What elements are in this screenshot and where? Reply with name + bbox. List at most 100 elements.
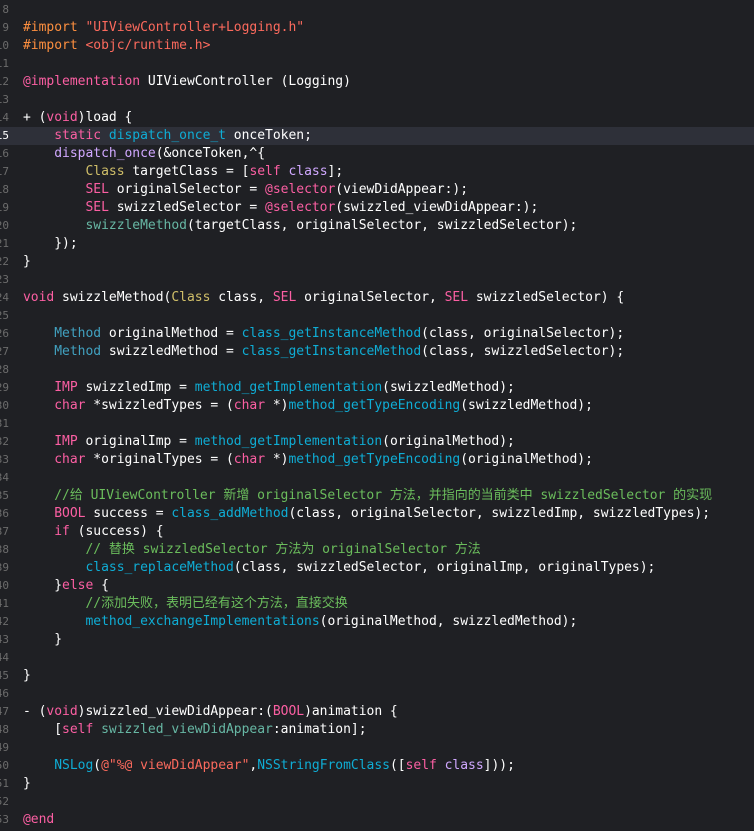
- code-line[interactable]: 38 // 替换 swizzledSelector 方法为 originalSe…: [0, 541, 754, 559]
- code-line[interactable]: 37 if (success) {: [0, 523, 754, 541]
- code-token: Class: [171, 290, 211, 305]
- code-line[interactable]: 15 static dispatch_once_t onceToken;: [0, 127, 754, 145]
- code-line[interactable]: 46: [0, 685, 754, 703]
- code-token: (class, originalSelector);: [421, 326, 625, 341]
- line-number: 52: [0, 795, 9, 808]
- code-line[interactable]: 32 IMP originalImp = method_getImplement…: [0, 433, 754, 451]
- code-line[interactable]: 48 [self swizzled_viewDidAppear:animatio…: [0, 721, 754, 739]
- line-number: 22: [0, 255, 9, 268]
- line-number: 41: [0, 597, 9, 610]
- code-line[interactable]: 17 Class targetClass = [self class];: [0, 163, 754, 181]
- code-token: void: [46, 110, 78, 125]
- code-text: }: [23, 631, 62, 649]
- code-token: class,: [210, 290, 273, 305]
- code-line[interactable]: 12 @implementation UIViewController (Logg…: [0, 73, 754, 91]
- code-token: IMP: [54, 434, 78, 449]
- line-number: 15: [0, 129, 9, 142]
- line-number: 34: [0, 471, 9, 484]
- code-token: @implementation: [23, 74, 141, 89]
- code-line[interactable]: 40 }else {: [0, 577, 754, 595]
- code-token: static: [54, 128, 102, 143]
- code-text: }: [23, 253, 31, 271]
- line-number: 46: [0, 687, 9, 700]
- code-token: targetClass = [: [124, 164, 250, 179]
- code-line[interactable]: 39 class_replaceMethod(class, swizzledSe…: [0, 559, 754, 577]
- code-line[interactable]: 13: [0, 91, 754, 109]
- line-number: 20: [0, 219, 9, 232]
- code-line[interactable]: 18 SEL originalSelector = @selector(view…: [0, 181, 754, 199]
- code-token: class_getInstanceMethod: [241, 326, 422, 341]
- code-line[interactable]: 43 }: [0, 631, 754, 649]
- code-token: (success) {: [69, 524, 164, 539]
- code-line[interactable]: 50 NSLog(@"%@ viewDidAppear",NSStringFro…: [0, 757, 754, 775]
- code-text: @end: [23, 811, 54, 829]
- code-editor[interactable]: 89#import "UIViewController+Logging.h"10…: [0, 1, 754, 829]
- code-line[interactable]: 52: [0, 793, 754, 811]
- code-line[interactable]: 16 dispatch_once(&onceToken,^{: [0, 145, 754, 163]
- code-line[interactable]: 22}: [0, 253, 754, 271]
- code-token: originalImp =: [77, 434, 195, 449]
- line-number: 44: [0, 651, 9, 664]
- code-line[interactable]: 30 char *swizzledTypes = (char *)method_…: [0, 397, 754, 415]
- code-token: #import: [23, 20, 86, 35]
- code-line[interactable]: 33 char *originalTypes = (char *)method_…: [0, 451, 754, 469]
- code-line[interactable]: 31: [0, 415, 754, 433]
- code-text: #import "UIViewController+Logging.h": [23, 19, 304, 37]
- code-token: else: [62, 578, 94, 593]
- code-token: SEL: [85, 182, 109, 197]
- code-line[interactable]: 19 SEL swizzledSelector = @selector(swiz…: [0, 199, 754, 217]
- code-token: method_getTypeEncoding: [288, 452, 461, 467]
- code-line[interactable]: 53 @end: [0, 811, 754, 829]
- code-line[interactable]: 24 void swizzleMethod(Class class, SEL or…: [0, 289, 754, 307]
- line-number: 29: [0, 381, 9, 394]
- code-line[interactable]: 41 //添加失败，表明已经有这个方法，直接交换: [0, 595, 754, 613]
- code-line[interactable]: 14 + (void)load {: [0, 109, 754, 127]
- code-line[interactable]: 27 Method swizzledMethod = class_getInst…: [0, 343, 754, 361]
- code-token: void: [23, 290, 55, 305]
- code-line[interactable]: 9 #import "UIViewController+Logging.h": [0, 19, 754, 37]
- code-token: char: [54, 398, 86, 413]
- line-number: 40: [0, 579, 9, 592]
- code-text: @implementation UIViewController (Loggin…: [23, 73, 351, 91]
- line-number: 11: [0, 57, 9, 70]
- code-token: IMP: [54, 380, 78, 395]
- code-line[interactable]: 34: [0, 469, 754, 487]
- code-token: *swizzledTypes = (: [85, 398, 234, 413]
- code-token: *): [265, 452, 289, 467]
- code-token: success =: [85, 506, 172, 521]
- code-line[interactable]: 25: [0, 307, 754, 325]
- code-token: swizzledMethod =: [101, 344, 242, 359]
- code-token: class_replaceMethod: [85, 560, 234, 575]
- code-line[interactable]: 45}: [0, 667, 754, 685]
- code-line[interactable]: 8: [0, 1, 754, 19]
- code-line[interactable]: 49: [0, 739, 754, 757]
- code-token: [: [23, 722, 63, 737]
- code-line[interactable]: 42 method_exchangeImplementations(origin…: [0, 613, 754, 631]
- code-token: NSStringFromClass: [257, 758, 390, 773]
- code-line[interactable]: 35 //给 UIViewController 新增 originalSelec…: [0, 487, 754, 505]
- code-text: IMP swizzledImp = method_getImplementati…: [23, 379, 515, 397]
- code-line[interactable]: 47 - (void)swizzled_viewDidAppear:(BOOL)a…: [0, 703, 754, 721]
- code-line[interactable]: 10 #import <objc/runtime.h>: [0, 37, 754, 55]
- code-line[interactable]: 26 Method originalMethod = class_getInst…: [0, 325, 754, 343]
- code-token: Method: [54, 344, 102, 359]
- code-token: swizzledSelector =: [108, 200, 266, 215]
- code-line[interactable]: 51}: [0, 775, 754, 793]
- code-token: swizzled_viewDidAppear: [101, 722, 273, 737]
- code-token: //添加失败，表明已经有这个方法，直接交换: [23, 596, 348, 611]
- code-token: ];: [327, 164, 344, 179]
- code-line[interactable]: 44: [0, 649, 754, 667]
- code-line[interactable]: 11: [0, 55, 754, 73]
- code-line[interactable]: 21 });: [0, 235, 754, 253]
- code-line[interactable]: 36 BOOL success = class_addMethod(class,…: [0, 505, 754, 523]
- code-line[interactable]: 23: [0, 271, 754, 289]
- code-line[interactable]: 28: [0, 361, 754, 379]
- code-line[interactable]: 29 IMP swizzledImp = method_getImplement…: [0, 379, 754, 397]
- code-line[interactable]: 20 swizzleMethod(targetClass, originalSe…: [0, 217, 754, 235]
- line-number: 31: [0, 417, 9, 430]
